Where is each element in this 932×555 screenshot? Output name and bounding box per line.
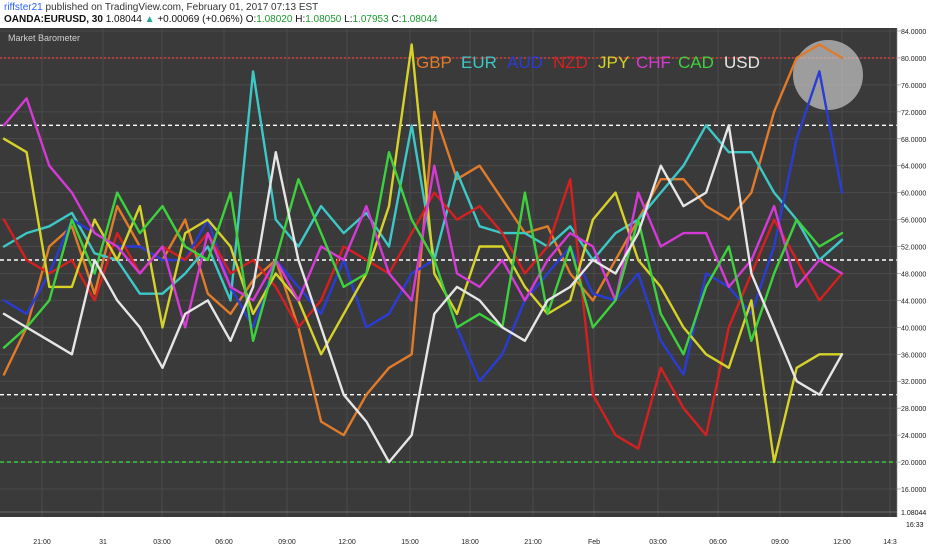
author-link[interactable]: riffster21 xyxy=(4,2,43,13)
barometer-chart[interactable]: Market Barometer GBP EUR AUD NZD JPY CHF CAD US… xyxy=(0,28,932,550)
y-tick-label: 56.0000 xyxy=(901,218,926,225)
y-tick-label: 72.0000 xyxy=(901,110,926,117)
x-tick-label: 31 xyxy=(99,539,107,546)
y-tick-label: 48.0000 xyxy=(901,271,926,278)
x-tick-label: 15:00 xyxy=(401,539,419,546)
x-tick-label: 09:00 xyxy=(771,539,789,546)
last-price: 1.08044 xyxy=(105,14,142,25)
indicator-title: Market Barometer xyxy=(8,33,80,43)
close-value: 1.08044 xyxy=(401,14,438,25)
low-value: 1.07953 xyxy=(352,14,389,25)
plot-background xyxy=(0,28,897,517)
x-tick-label: 09:00 xyxy=(278,539,296,546)
x-tick-label: 03:00 xyxy=(153,539,171,546)
time-tag-label: 16:33 xyxy=(906,522,924,529)
y-tick-label: 44.0000 xyxy=(901,298,926,305)
chart-area[interactable]: Market Barometer GBP EUR AUD NZD JPY CHF CAD US… xyxy=(0,28,932,550)
low-label: L: xyxy=(344,14,353,25)
x-tick-label: 21:00 xyxy=(33,539,51,546)
legend-label-chf: CHF xyxy=(636,53,671,72)
x-tick-label: 21:00 xyxy=(524,539,542,546)
x-tick-label: 12:00 xyxy=(338,539,356,546)
y-tick-label: 64.0000 xyxy=(901,164,926,171)
y-tick-label: 84.0000 xyxy=(901,29,926,36)
x-tick-label: 12:00 xyxy=(833,539,851,546)
price-tag-label: 1.08044 xyxy=(901,510,926,517)
x-tick-label: 18:00 xyxy=(461,539,479,546)
y-tick-label: 68.0000 xyxy=(901,137,926,144)
close-label: C: xyxy=(391,14,402,25)
legend-label-gbp: GBP xyxy=(416,53,452,72)
y-tick-label: 24.0000 xyxy=(901,433,926,440)
y-tick-label: 76.0000 xyxy=(901,83,926,90)
y-tick-label: 16.0000 xyxy=(901,487,926,494)
y-tick-label: 80.0000 xyxy=(901,56,926,63)
publish-text: published on TradingView.com, February 0… xyxy=(45,2,319,13)
legend-label-usd: USD xyxy=(724,53,760,72)
change-up-icon: ▲ xyxy=(144,14,155,25)
x-tick-label: 03:00 xyxy=(649,539,667,546)
publish-info: riffster21 published on TradingView.com,… xyxy=(4,2,318,13)
time-scale-background[interactable] xyxy=(0,517,897,550)
y-tick-label: 32.0000 xyxy=(901,379,926,386)
price-scale-background[interactable] xyxy=(897,28,932,550)
legend-label-cad: CAD xyxy=(678,53,714,72)
legend-label-aud: AUD xyxy=(507,53,543,72)
x-tick-label: 06:00 xyxy=(709,539,727,546)
y-tick-label: 40.0000 xyxy=(901,325,926,332)
high-value: 1.08050 xyxy=(305,14,342,25)
x-tick-label: 06:00 xyxy=(215,539,233,546)
high-label: H: xyxy=(295,14,306,25)
legend-label-nzd: NZD xyxy=(553,53,588,72)
y-tick-label: 36.0000 xyxy=(901,352,926,359)
y-tick-label: 20.0000 xyxy=(901,460,926,467)
y-tick-label: 60.0000 xyxy=(901,191,926,198)
price-change: +0.00069 (+0.06%) xyxy=(157,14,243,25)
symbol-info: OANDA:EURUSD, 30 1.08044 ▲ +0.00069 (+0.… xyxy=(4,14,438,25)
open-label: O: xyxy=(245,14,257,25)
y-tick-label: 52.0000 xyxy=(901,245,926,252)
open-value: 1.08020 xyxy=(256,14,293,25)
x-tick-label: Feb xyxy=(588,539,600,546)
y-tick-label: 28.0000 xyxy=(901,406,926,413)
symbol-name: OANDA:EURUSD, 30 xyxy=(4,14,103,25)
x-tick-label: 14:3 xyxy=(883,539,897,546)
legend-label-jpy: JPY xyxy=(598,53,629,72)
legend-label-eur: EUR xyxy=(461,53,497,72)
